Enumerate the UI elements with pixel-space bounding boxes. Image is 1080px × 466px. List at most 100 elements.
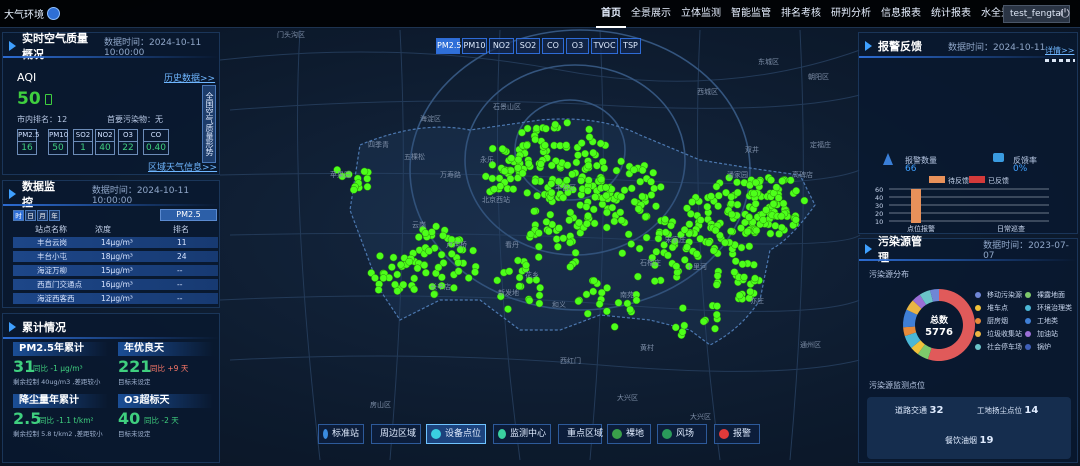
device-point[interactable] [439,231,447,240]
legend-item[interactable]: 锅炉 [1025,342,1051,352]
map-layer-button[interactable]: 标准站 [318,424,364,444]
region-weather-link[interactable]: 区域天气信息>> [148,160,217,173]
device-point[interactable] [396,260,405,269]
device-point[interactable] [349,185,358,194]
device-point[interactable] [515,273,524,282]
device-point[interactable] [652,247,661,256]
device-point[interactable] [562,141,571,150]
device-point[interactable] [740,273,748,282]
device-point[interactable] [533,191,541,200]
device-point[interactable] [577,176,585,185]
pollutant-card[interactable]: PM10 50 [48,129,68,155]
device-point[interactable] [585,133,594,141]
device-point[interactable] [618,249,627,258]
device-point[interactable] [507,154,516,163]
device-point[interactable] [624,230,633,239]
device-point[interactable] [530,207,538,216]
device-point[interactable] [490,185,499,193]
pollutant-tab[interactable]: PM2.5 [436,38,461,54]
device-point[interactable] [737,224,745,232]
device-point[interactable] [488,174,497,183]
device-point[interactable] [531,135,540,144]
device-point[interactable] [638,192,647,201]
device-point[interactable] [590,219,599,228]
device-point[interactable] [523,189,532,197]
device-point[interactable] [376,252,384,260]
alarm-detail-link[interactable]: 详情>> [1045,45,1074,56]
pollutant-tab[interactable]: SO2 [516,38,540,54]
device-point[interactable] [534,253,543,261]
table-row[interactable]: 丰台云岗 14μg/m³ 11 [13,237,218,248]
device-point[interactable] [566,238,574,247]
device-point[interactable] [471,268,479,276]
device-point[interactable] [731,257,740,266]
nav-item[interactable]: 统计报表 [926,0,976,28]
device-point[interactable] [388,263,396,271]
device-point[interactable] [571,248,580,257]
device-point[interactable] [454,267,463,276]
device-point[interactable] [634,205,643,213]
device-point[interactable] [434,263,443,272]
device-point[interactable] [627,240,636,248]
device-point[interactable] [518,128,526,137]
device-point[interactable] [766,229,775,238]
pollutant-tab[interactable]: PM10 [462,38,487,54]
device-point[interactable] [733,200,742,209]
device-point[interactable] [591,193,599,201]
device-point[interactable] [696,216,705,224]
device-point[interactable] [447,250,456,258]
device-point[interactable] [650,184,658,193]
nav-item[interactable]: 排名考核 [776,0,826,28]
device-point[interactable] [399,280,408,289]
device-point[interactable] [504,305,512,313]
device-point[interactable] [649,168,658,177]
pollutant-card[interactable]: SO2 1 [73,129,93,155]
device-point[interactable] [535,229,543,237]
table-row[interactable]: 西直门交通点 16μg/m³ -- [13,279,218,290]
time-tab[interactable]: 年 [49,210,60,221]
pollutant-tab[interactable]: CO [542,38,564,54]
device-point[interactable] [420,261,429,270]
map-layer-button[interactable]: 裸地 [607,424,651,444]
device-point[interactable] [542,218,551,226]
device-point[interactable] [680,225,689,234]
device-point[interactable] [410,274,419,283]
device-point[interactable] [712,310,721,319]
device-point[interactable] [595,300,604,308]
device-point[interactable] [634,272,642,281]
map-layer-button[interactable]: 监测中心 [493,424,551,444]
device-point[interactable] [535,242,543,251]
device-point[interactable] [778,177,786,185]
device-point[interactable] [630,165,638,174]
device-point[interactable] [563,161,572,170]
device-point[interactable] [585,125,593,134]
device-point[interactable] [498,145,507,153]
device-point[interactable] [777,212,786,221]
device-point[interactable] [597,288,606,297]
device-point[interactable] [671,323,680,332]
device-point[interactable] [537,160,545,168]
device-point[interactable] [582,290,591,299]
device-point[interactable] [603,307,611,316]
device-point[interactable] [661,215,669,224]
device-point[interactable] [590,276,598,285]
device-point[interactable] [514,155,523,164]
device-point[interactable] [565,216,574,225]
device-point[interactable] [374,286,383,294]
device-point[interactable] [711,324,719,333]
pollutant-tab[interactable]: TVOC [591,38,618,54]
device-point[interactable] [536,283,544,292]
device-point[interactable] [559,234,568,243]
device-point[interactable] [575,218,583,227]
device-point[interactable] [524,159,533,168]
legend-item[interactable]: 厨房烟 [975,316,1008,326]
device-point[interactable] [541,141,549,150]
device-point[interactable] [500,167,509,175]
device-point[interactable] [712,182,721,191]
device-point[interactable] [581,149,589,158]
device-point[interactable] [602,223,611,232]
pollutant-card[interactable]: CO 0.40 [143,129,169,155]
device-point[interactable] [584,161,593,170]
device-point[interactable] [769,200,778,208]
device-point[interactable] [542,124,550,133]
